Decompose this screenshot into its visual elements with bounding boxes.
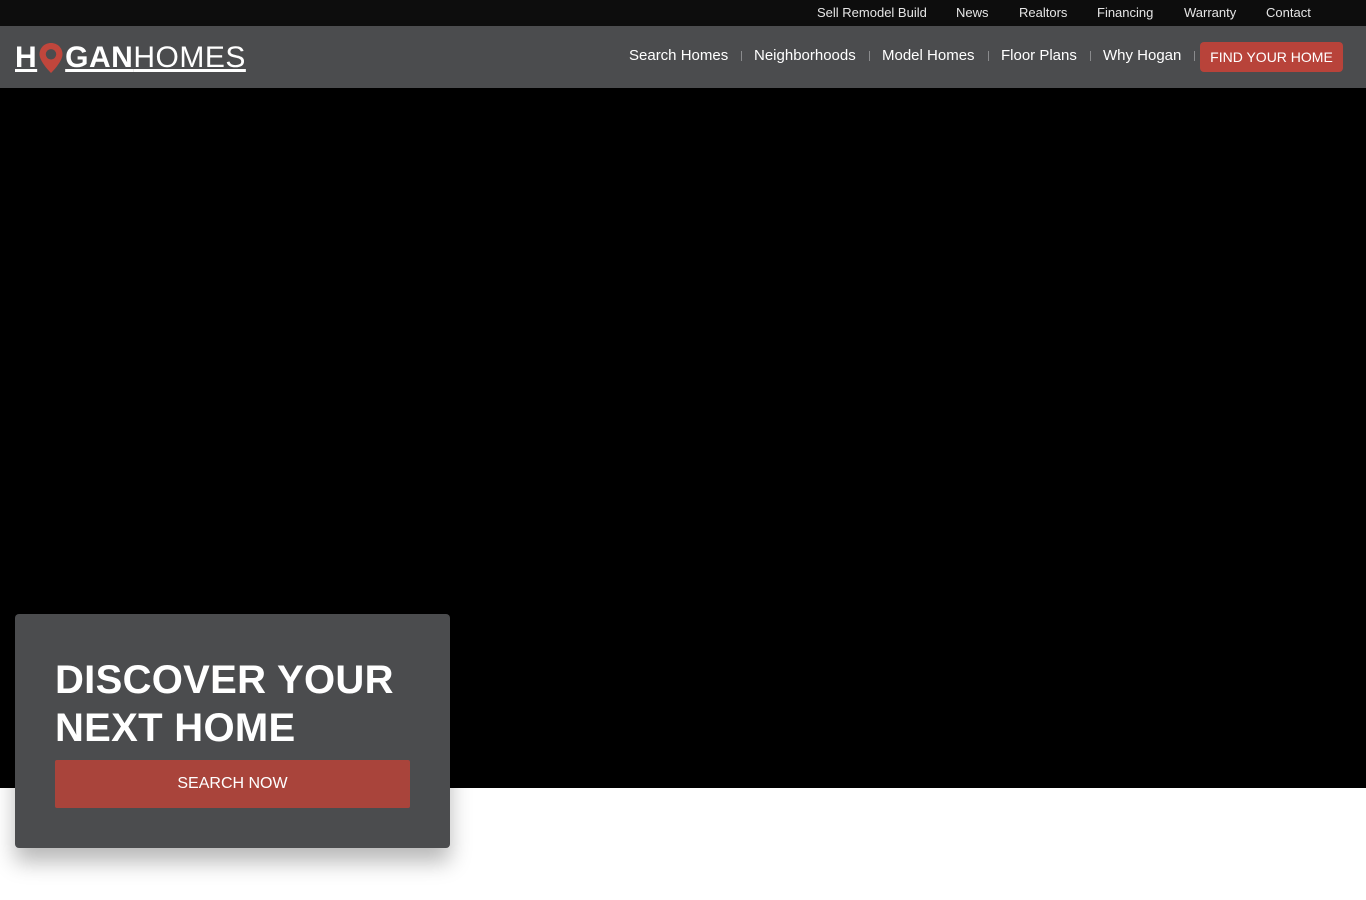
nav-model-homes[interactable]: Model Homes [882, 47, 975, 65]
utility-link-warranty[interactable]: Warranty [1184, 5, 1236, 20]
utility-link-contact[interactable]: Contact [1266, 5, 1311, 20]
map-pin-icon [39, 43, 63, 73]
utility-link-news[interactable]: News [956, 5, 989, 20]
logo-text-h: H [15, 41, 38, 74]
site-logo[interactable]: H GAN HOMES [15, 40, 246, 76]
main-navigation: H GAN HOMES Search Homes Neighborhoods M… [0, 26, 1366, 88]
utility-link-sell-remodel-build[interactable]: Sell Remodel Build [817, 5, 927, 20]
utility-link-realtors[interactable]: Realtors [1019, 5, 1067, 20]
search-now-button[interactable]: SEARCH NOW [55, 760, 410, 808]
nav-separator [988, 51, 989, 61]
nav-separator [1194, 51, 1195, 61]
utility-bar: Sell Remodel Build News Realtors Financi… [0, 0, 1366, 26]
nav-separator [869, 51, 870, 61]
nav-why-hogan[interactable]: Why Hogan [1103, 47, 1181, 65]
logo-text-gan: GAN [65, 41, 134, 74]
utility-link-financing[interactable]: Financing [1097, 5, 1153, 20]
nav-floor-plans[interactable]: Floor Plans [1001, 47, 1077, 65]
nav-separator [741, 51, 742, 61]
nav-separator [1090, 51, 1091, 61]
nav-neighborhoods[interactable]: Neighborhoods [754, 47, 856, 65]
logo-text-homes: HOMES [133, 41, 246, 74]
hero-promo-card: DISCOVER YOUR NEXT HOME SEARCH NOW [15, 614, 450, 848]
nav-search-homes[interactable]: Search Homes [629, 47, 728, 65]
find-your-home-button[interactable]: FIND YOUR HOME [1200, 42, 1343, 72]
hero-heading: DISCOVER YOUR NEXT HOME [55, 658, 394, 750]
